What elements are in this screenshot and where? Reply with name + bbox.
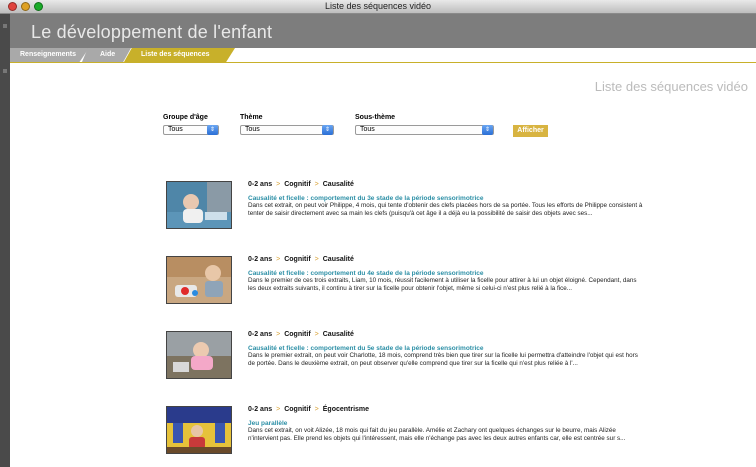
filter-age-label: Groupe d'âge [163,114,208,121]
video-thumbnail[interactable] [166,181,232,229]
video-item-body: 0-2 ans > Cognitif > Causalité Causalité et … [248,331,644,368]
tab-renseignements[interactable]: Renseignements [10,48,89,62]
crumb-age: 0-2 ans [248,331,273,338]
crumb-age: 0-2 ans [248,406,273,413]
filter-theme-label: Thème [240,114,263,121]
video-description: Dans le premier extrait, on peut voir Ch… [248,352,638,367]
crumb-separator-icon: > [276,406,281,413]
page-heading: Liste des séquences vidéo [594,79,748,94]
tab-liste-sequences[interactable]: Liste des séquences vidéo [124,48,235,62]
crumb-separator-icon: > [314,181,319,188]
tab-aide[interactable]: Aide [82,48,131,62]
crumb-subtheme: Causalité [322,181,354,188]
window-titlebar: Liste des séquences vidéo [0,0,756,14]
crumb-subtheme: Causalité [322,256,354,263]
filter-subtheme-value: Tous [360,126,375,133]
crumb-separator-icon: > [314,406,319,413]
video-title-link[interactable]: Causalité et ficelle : comportement du 4… [248,270,644,277]
video-item-body: 0-2 ans > Cognitif > Égocentrisme Jeu parall… [248,406,644,443]
crumb-age: 0-2 ans [248,181,273,188]
select-arrows-icon: ⇕ [207,125,218,135]
select-arrows-icon: ⇕ [322,125,333,135]
crumb-separator-icon: > [276,331,281,338]
filter-theme-select[interactable]: Tous ⇕ [240,125,334,135]
filter-age-select[interactable]: Tous ⇕ [163,125,219,135]
crumb-theme: Cognitif [284,181,311,188]
item-breadcrumb: 0-2 ans > Cognitif > Égocentrisme [248,406,644,418]
video-thumbnail[interactable] [166,256,232,304]
video-thumbnail[interactable] [166,331,232,379]
select-arrows-icon: ⇕ [482,125,493,135]
crumb-theme: Cognitif [284,256,311,263]
filter-subtheme-select[interactable]: Tous ⇕ [355,125,494,135]
item-breadcrumb: 0-2 ans > Cognitif > Causalité [248,256,644,268]
video-thumbnail[interactable] [166,406,232,454]
video-item-body: 0-2 ans > Cognitif > Causalité Causalité et … [248,181,644,218]
window-title: Liste des séquences vidéo [324,1,432,11]
video-description: Dans le premier de ces trois extraits, L… [248,277,637,292]
crumb-age: 0-2 ans [248,256,273,263]
video-item-body: 0-2 ans > Cognitif > Causalité Causalité et … [248,256,644,293]
crumb-theme: Cognitif [284,331,311,338]
crumb-subtheme: Égocentrisme [322,406,370,413]
video-title-link[interactable]: Causalité et ficelle : comportement du 5… [248,345,644,352]
item-breadcrumb: 0-2 ans > Cognitif > Causalité [248,331,644,343]
crumb-theme: Cognitif [284,406,311,413]
filter-age-value: Tous [168,126,183,133]
video-title-link[interactable]: Causalité et ficelle : comportement du 3… [248,195,644,202]
crumb-subtheme: Causalité [322,331,354,338]
video-description: Dans cet extrait, on voit Alizée, 18 moi… [248,427,626,442]
crumb-separator-icon: > [314,331,319,338]
filter-theme-value: Tous [245,126,260,133]
crumb-separator-icon: > [276,256,281,263]
nav-tabs: Renseignements Aide Liste des séquences … [10,48,756,62]
crumb-separator-icon: > [314,256,319,263]
video-title-link[interactable]: Jeu parallèle [248,420,644,427]
afficher-button[interactable]: Afficher [513,125,548,137]
filter-subtheme-label: Sous-thème [355,114,396,121]
main-content: Liste des séquences vidéo Groupe d'âge T… [10,63,756,467]
crumb-separator-icon: > [276,181,281,188]
frame-dot-icon [3,69,7,73]
window-frame-left [0,14,10,467]
app-title: Le développement de l'enfant [31,22,273,42]
video-description: Dans cet extrait, on peut voir Philippe,… [248,202,643,217]
item-breadcrumb: 0-2 ans > Cognitif > Causalité [248,181,644,193]
frame-dot-icon [3,24,7,28]
